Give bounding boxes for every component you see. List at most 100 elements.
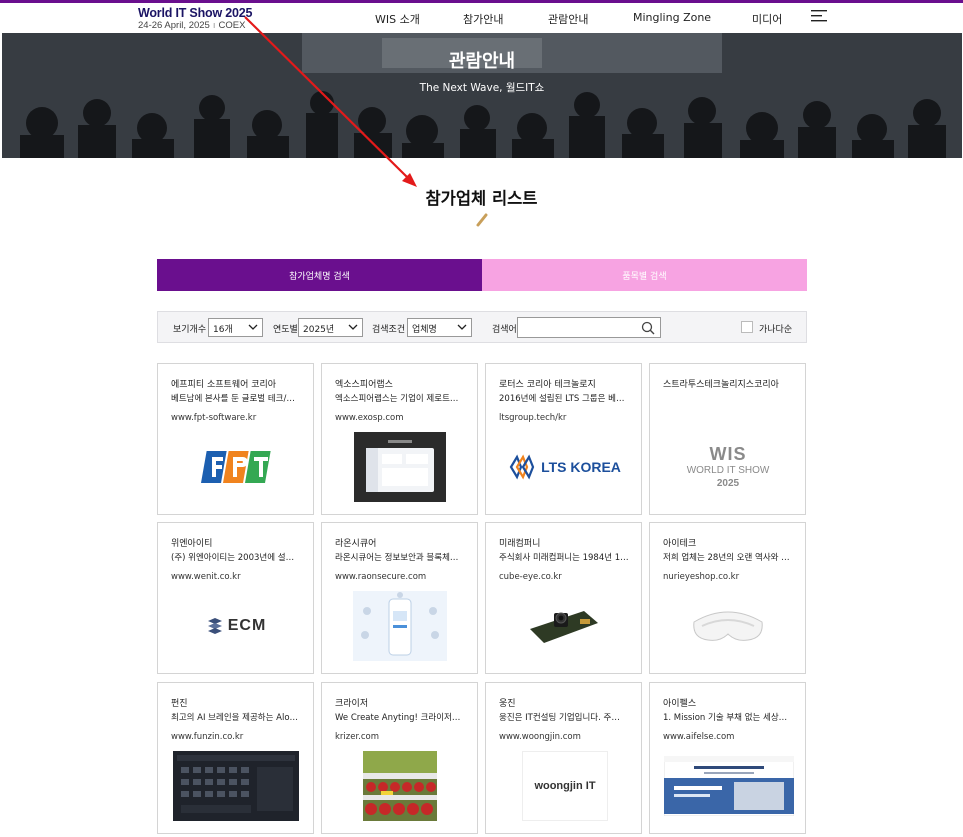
sort-alphabetical-checkbox[interactable] — [741, 321, 753, 333]
company-card[interactable]: 미래컴퍼니 주식회사 미래컴퍼니는 1984년 11… cube-eye.co.… — [485, 522, 642, 674]
wis-logo-sub: WORLD IT SHOW — [686, 465, 770, 476]
nav-item-mingling-zone[interactable]: Mingling Zone — [633, 11, 711, 24]
condition-select-value: 업체명 — [412, 325, 437, 335]
hero-subtitle: The Next Wave, 월드IT쇼 — [419, 82, 545, 94]
company-url[interactable]: ltsgroup.tech/kr — [499, 413, 634, 423]
company-logo — [172, 751, 300, 821]
ecm-mark-icon — [207, 618, 222, 634]
company-logo — [680, 591, 776, 661]
company-card[interactable]: 웅진 웅진은 IT컨설팅 기업입니다. 주… www.woongjin.com … — [485, 682, 642, 834]
company-logo — [362, 751, 438, 821]
company-description: 주식회사 미래컴퍼니는 1984년 11… — [499, 553, 632, 563]
dashboard-screenshot-icon — [354, 432, 446, 502]
company-name: 펀진 — [171, 699, 188, 709]
company-card[interactable]: 크라이저 We Create Anyting! 크라이저는… krizer.co… — [321, 682, 478, 834]
company-logo: WIS WORLD IT SHOW 2025 — [680, 432, 776, 502]
company-url[interactable]: www.funzin.co.kr — [171, 732, 306, 742]
company-description: (주) 위엔아이티는 2003년에 설… — [171, 553, 295, 563]
company-description: 라온시큐어는 정보보안과 블록체… — [335, 553, 459, 563]
company-name: 위엔아이티 — [171, 539, 213, 549]
search-tabs: 참가업체명 검색 품목별 검색 — [157, 259, 807, 291]
company-url[interactable]: krizer.com — [335, 732, 470, 742]
company-name: 아이펠스 — [663, 699, 697, 709]
woongjin-logo-text: woongjin IT — [534, 780, 596, 792]
count-select-value: 16개 — [213, 325, 233, 335]
eye-massager-icon — [693, 611, 763, 641]
company-card[interactable]: 로터스 코리아 테크놀로지 2016년에 설립된 LTS 그룹은 베… ltsg… — [485, 363, 642, 515]
sort-alphabetical-label: 가나다순 — [759, 325, 793, 335]
company-name: 에프피티 소프트웨어 코리아 — [171, 380, 277, 390]
company-name: 라온시큐어 — [335, 539, 377, 549]
camera-module-icon — [530, 611, 598, 643]
company-logo: ECM — [188, 591, 284, 661]
company-card[interactable]: 라온시큐어 라온시큐어는 정보보안과 블록체… www.raonsecure.c… — [321, 522, 478, 674]
company-logo — [663, 751, 794, 821]
company-name: 스트라투스테크놀리지스코리아 — [663, 380, 779, 390]
control-panel-screenshot-icon — [173, 751, 299, 821]
company-card[interactable]: 아이테크 저희 업체는 28년의 오랜 역사와 … nurieyeshop.co… — [649, 522, 806, 674]
company-url[interactable]: www.aifelse.com — [663, 732, 798, 742]
hamburger-menu-icon[interactable] — [811, 10, 827, 22]
header: World IT Show 2025 24-26 April, 2025 ı COE… — [0, 3, 963, 33]
produce-shelf-photo-icon — [363, 751, 437, 821]
company-description: 엑소스피어랩스는 기업이 제로트… — [335, 394, 459, 404]
company-name: 웅진 — [499, 699, 516, 709]
company-logo: woongjin IT — [522, 751, 608, 821]
tab-company-search[interactable]: 참가업체명 검색 — [157, 259, 482, 291]
lts-mark-icon — [509, 454, 535, 480]
company-url[interactable]: www.exosp.com — [335, 413, 470, 423]
company-card[interactable]: 엑소스피어랩스 엑소스피어랩스는 기업이 제로트… www.exosp.com — [321, 363, 478, 515]
chevron-down-icon — [248, 324, 258, 330]
company-card[interactable]: 에프피티 소프트웨어 코리아 베트남에 본사를 둔 글로벌 테크/… www.f… — [157, 363, 314, 515]
company-url[interactable]: www.woongjin.com — [499, 732, 634, 742]
wis-logo-year: 2025 — [716, 478, 740, 489]
condition-label: 검색조건 — [372, 325, 406, 335]
company-logo — [188, 432, 284, 502]
nav-item-media[interactable]: 미디어 — [752, 11, 782, 27]
keyword-label: 검색어 — [492, 325, 517, 335]
company-url[interactable]: www.fpt-software.kr — [171, 413, 306, 423]
year-select-value: 2025년 — [303, 325, 335, 335]
company-name: 로터스 코리아 테크놀로지 — [499, 380, 596, 390]
count-select[interactable]: 16개 — [208, 318, 263, 337]
company-description: We Create Anyting! 크라이저는… — [335, 713, 468, 723]
company-logo — [352, 432, 448, 502]
fpt-logo-icon — [201, 451, 271, 483]
company-card[interactable]: 스트라투스테크놀리지스코리아 WIS WORLD IT SHOW 2025 — [649, 363, 806, 515]
section-title: 참가업체 리스트 — [425, 189, 538, 208]
company-description: 웅진은 IT컨설팅 기업입니다. 주… — [499, 713, 620, 723]
year-label: 연도별 — [273, 325, 298, 335]
count-label: 보기개수 — [173, 325, 207, 335]
hero-banner: 관람안내 The Next Wave, 월드IT쇼 — [2, 33, 962, 158]
wis-logo-main: WIS — [709, 444, 747, 464]
search-icon[interactable] — [641, 321, 655, 335]
company-card[interactable]: 아이펠스 1. Mission 기술 부채 없는 세상… www.aifelse… — [649, 682, 806, 834]
website-screenshot-icon — [663, 756, 794, 816]
company-description: 1. Mission 기술 부채 없는 세상… — [663, 713, 788, 723]
company-url[interactable]: www.raonsecure.com — [335, 572, 470, 582]
search-input[interactable] — [518, 320, 636, 340]
company-card[interactable]: 펀진 최고의 AI 브레인을 제공하는 Alo… www.funzin.co.k… — [157, 682, 314, 834]
search-box — [517, 317, 661, 340]
company-logo: LTS KOREA — [504, 432, 624, 502]
company-name: 엑소스피어랩스 — [335, 380, 393, 390]
company-url[interactable]: www.wenit.co.kr — [171, 572, 306, 582]
lts-logo-text: LTS KOREA — [541, 459, 621, 475]
company-logo — [352, 591, 448, 661]
year-select[interactable]: 2025년 — [298, 318, 363, 337]
nav-item-visitor-info[interactable]: 관람안내 — [548, 11, 588, 27]
condition-select[interactable]: 업체명 — [407, 318, 472, 337]
company-url[interactable]: cube-eye.co.kr — [499, 572, 634, 582]
nav-item-exhibitor-info[interactable]: 참가안내 — [463, 11, 503, 27]
filter-bar: 보기개수 16개 연도별 2025년 검색조건 업체명 검색어 가나다순 — [157, 311, 807, 343]
company-description: 최고의 AI 브레인을 제공하는 Alo… — [171, 713, 299, 723]
company-description: 저희 업체는 28년의 오랜 역사와 … — [663, 553, 790, 563]
hero-title: 관람안내 — [448, 51, 516, 72]
company-card[interactable]: 위엔아이티 (주) 위엔아이티는 2003년에 설… www.wenit.co.… — [157, 522, 314, 674]
tab-category-search[interactable]: 품목별 검색 — [482, 259, 807, 291]
nav-item-wis-about[interactable]: WIS 소개 — [375, 11, 420, 27]
company-description: 베트남에 본사를 둔 글로벌 테크/… — [171, 394, 295, 404]
mobile-app-illustration-icon — [353, 591, 447, 661]
company-name: 크라이저 — [335, 699, 369, 709]
company-url[interactable]: nurieyeshop.co.kr — [663, 572, 798, 582]
